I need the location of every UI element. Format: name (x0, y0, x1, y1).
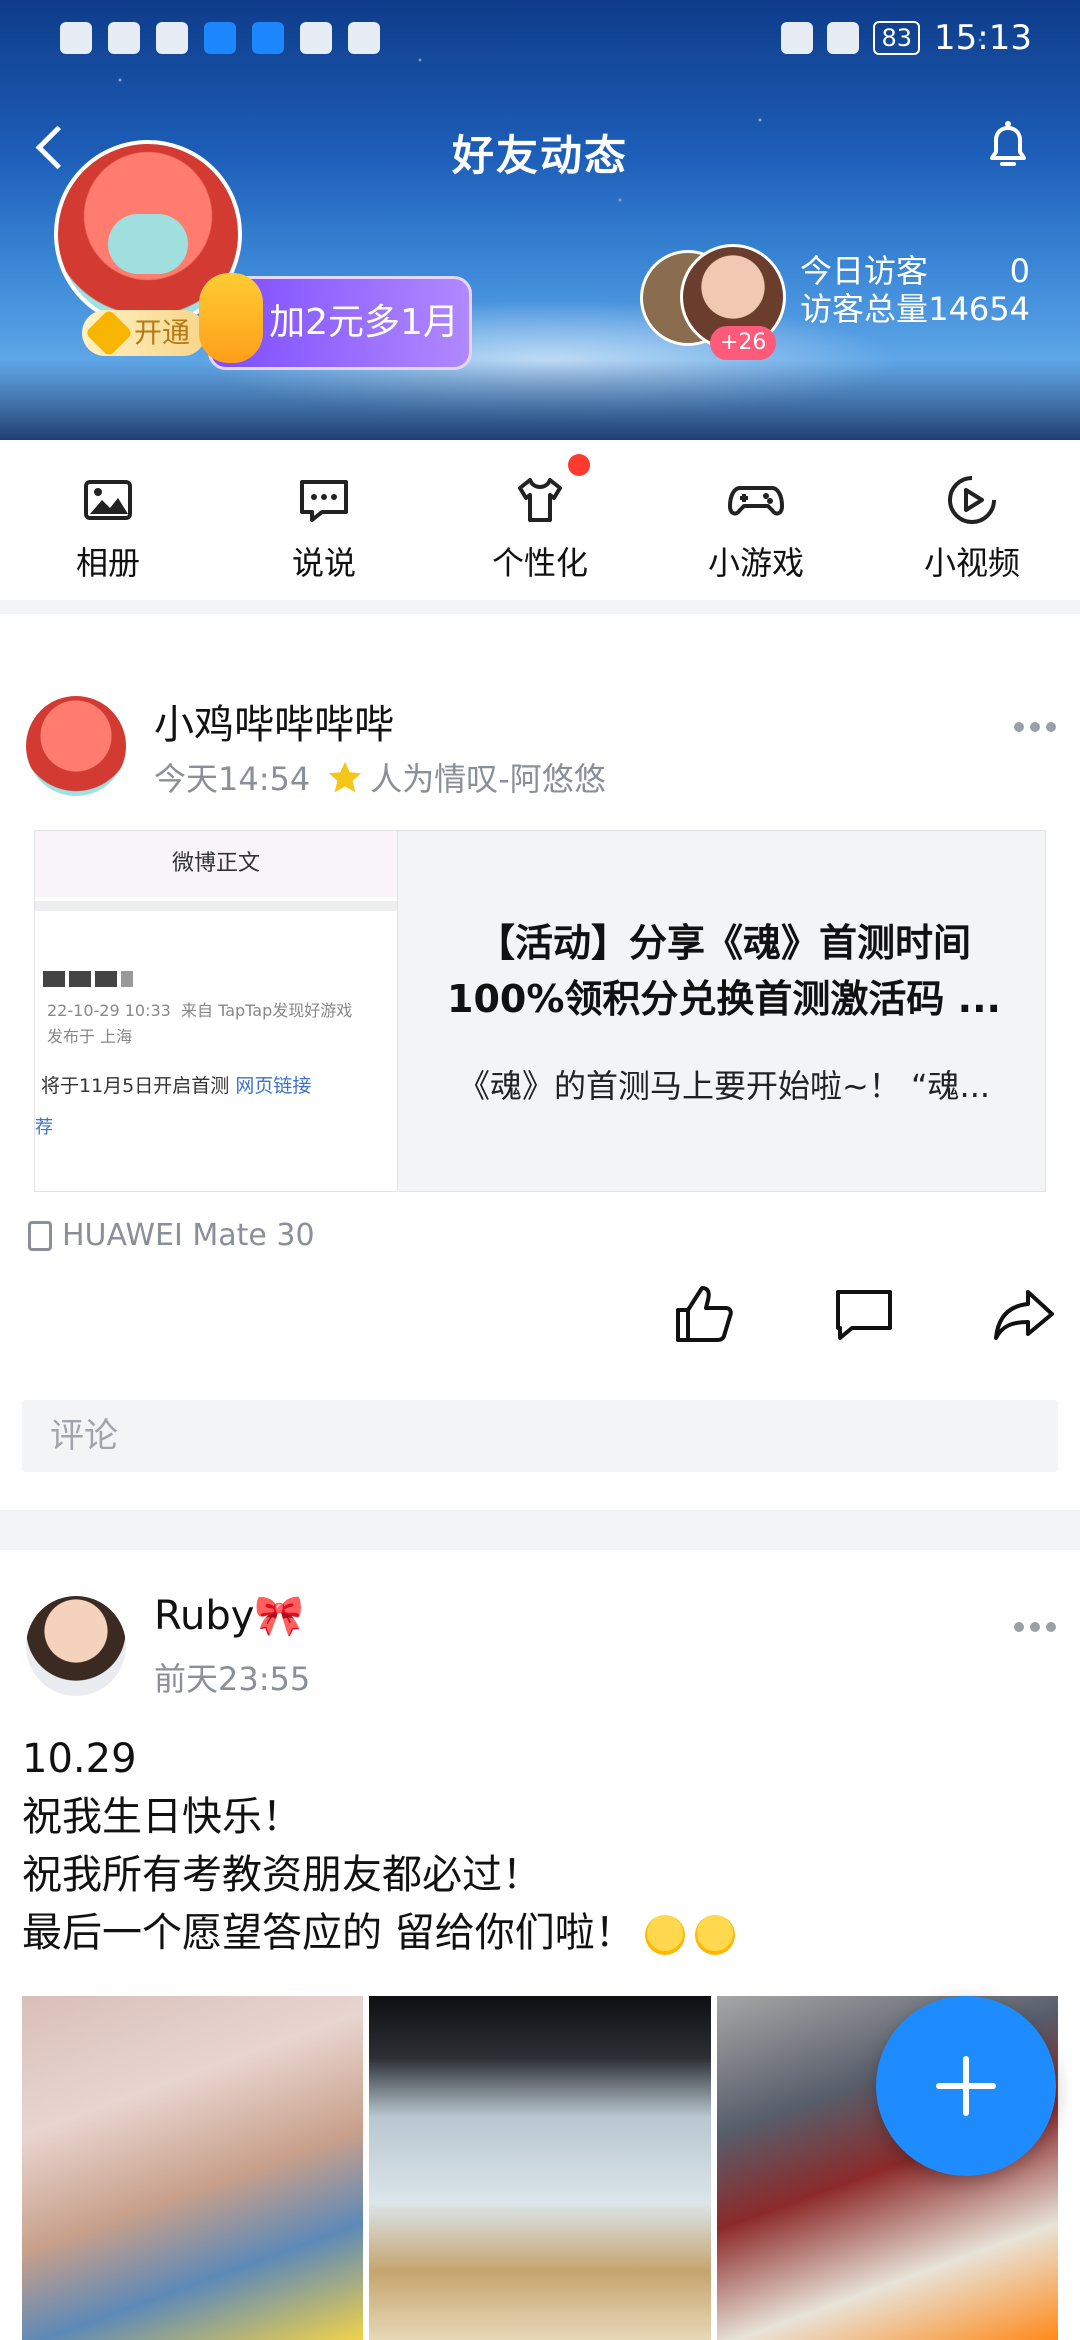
total-visitors-label: 访客总量 (800, 290, 929, 328)
vip-promo-banner[interactable]: 加2元多1月 (199, 273, 472, 370)
post-text-line-with-emoji: 最后一个愿望答应的 留给你们啦！ (22, 1904, 735, 1962)
music-title: 人为情叹-阿悠悠 (370, 760, 606, 798)
device-name: HUAWEI Mate 30 (62, 1218, 315, 1253)
post-meta: 前天23:55 (154, 1654, 310, 1700)
shared-description: 《魂》的首测马上要开始啦~！ “魂... (457, 1067, 991, 1105)
header-hills (0, 360, 1080, 440)
wifi-icon (156, 22, 188, 54)
post-avatar[interactable] (26, 1596, 126, 1696)
visitor-avatars[interactable]: +26 (640, 244, 790, 360)
thumb-location: 发布于 上海 (47, 1027, 133, 1046)
total-visitors-value: 14654 (928, 290, 1030, 328)
status-bar: 83 15:13 (0, 18, 1080, 62)
bulb-icon (252, 22, 284, 54)
shared-thumbnail: 微博正文 22-10-29 10:33 来自 TapTap发现好游戏 发布于 上… (35, 831, 398, 1191)
signal-5g-icon (108, 22, 140, 54)
wechat-icon (300, 22, 332, 54)
hug-emoji-icon (644, 1915, 685, 1955)
hd-icon (60, 22, 92, 54)
promo-text: 加2元多1月 (269, 302, 459, 343)
more-options-icon[interactable] (1014, 722, 1060, 734)
status-right: 83 15:13 (781, 18, 1032, 58)
diamond-icon (84, 308, 134, 358)
profile-header: 83 15:13 好友动态 开通 加2元多1月 +26 今日访客 0 访客总量 … (0, 0, 1080, 440)
nav-album-label: 相册 (75, 544, 140, 582)
more-options-icon[interactable] (1014, 1622, 1060, 1634)
nav-minigame-label: 小游戏 (707, 544, 804, 582)
shared-link-card[interactable]: 微博正文 22-10-29 10:33 来自 TapTap发现好游戏 发布于 上… (34, 830, 1046, 1192)
tshirt-icon (512, 472, 568, 528)
today-visitors-row: 今日访客 0 (800, 252, 1030, 290)
nav-minigame[interactable]: 小游戏 (648, 440, 864, 600)
new-dot (568, 454, 590, 476)
quick-nav: 相册 说说 个性化 小游戏 小视频 (0, 440, 1080, 600)
thumb-divider (35, 901, 397, 911)
post-author[interactable]: Ruby🎀 (154, 1592, 304, 1639)
post-text-line: 10.29 (22, 1736, 137, 1782)
glove-icon (348, 22, 380, 54)
post-text-line: 祝我所有考教资朋友都必过！ (22, 1852, 542, 1898)
visitor-count-badge: +26 (710, 326, 777, 360)
nav-personalize-label: 个性化 (491, 544, 588, 582)
post-text: 10.29 祝我生日快乐！ 祝我所有考教资朋友都必过！ 最后一个愿望答应的 留给… (22, 1730, 735, 1962)
comment-icon (836, 1290, 892, 1340)
gamepad-icon (728, 472, 784, 528)
thumb-date: 22-10-29 10:33 来自 TapTap发现好游戏 (47, 1001, 353, 1020)
vip-open-badge[interactable]: 开通 (82, 308, 207, 358)
thumb-rec: 荐 (35, 1117, 53, 1138)
today-visitors-value: 0 (1009, 252, 1030, 290)
post-photo[interactable] (369, 1996, 711, 2340)
status-time: 15:13 (934, 18, 1032, 58)
hug-emoji-icon (694, 1915, 735, 1955)
eye-icon (781, 22, 814, 54)
music-info[interactable]: 人为情叹-阿悠悠 (326, 754, 606, 800)
nfc-icon (827, 22, 860, 54)
bell-icon[interactable] (976, 114, 1040, 178)
post-text-line: 祝我生日快乐！ (22, 1794, 302, 1840)
add-post-button[interactable] (876, 1996, 1056, 2176)
mascot-icon (199, 273, 263, 363)
like-button[interactable] (672, 1282, 736, 1350)
post-avatar[interactable] (26, 696, 126, 796)
vip-open-label: 开通 (134, 316, 191, 349)
visitor-stats[interactable]: 今日访客 0 访客总量 14654 (800, 252, 1030, 328)
chat-icon (296, 472, 352, 528)
post-time: 今天14:54 (154, 760, 311, 798)
comment-button[interactable] (832, 1282, 896, 1350)
feed-post: Ruby🎀 前天23:55 10.29 祝我生日快乐！ 祝我所有考教资朋友都必过… (0, 1550, 1080, 2340)
post-author[interactable]: 小鸡哔哔哔哔 (154, 692, 394, 750)
share-icon (994, 1290, 1054, 1340)
thumbs-up-icon (676, 1286, 733, 1342)
device-info: HUAWEI Mate 30 (28, 1218, 315, 1253)
post-actions (672, 1282, 1056, 1350)
thumb-header: 微博正文 (35, 831, 397, 897)
thumb-redacted (43, 971, 133, 987)
nav-shuoshuo[interactable]: 说说 (216, 440, 432, 600)
total-visitors-row: 访客总量 14654 (800, 290, 1030, 328)
thumb-kicker: 将于11月5日开启首测 网页链接 (41, 1075, 312, 1097)
post-photo[interactable] (22, 1996, 364, 2340)
today-visitors-label: 今日访客 (800, 252, 929, 290)
shared-title: 【活动】分享《魂》首测时间 100%领积分兑换首测激活码 ... (419, 915, 1029, 1027)
status-left-icons (60, 22, 380, 54)
shared-title-line1: 【活动】分享《魂》首测时间 (476, 921, 971, 965)
play-icon (944, 472, 1000, 528)
nav-album[interactable]: 相册 (0, 440, 216, 600)
battery-indicator: 83 (873, 21, 921, 55)
nav-shuoshuo-label: 说说 (291, 544, 356, 582)
shield-icon (204, 22, 236, 54)
phone-icon (28, 1220, 52, 1251)
comment-input[interactable]: 评论 (22, 1400, 1058, 1472)
post-meta: 今天14:54 人为情叹-阿悠悠 (154, 754, 606, 800)
music-star-icon (329, 761, 362, 793)
post-time: 前天23:55 (154, 1660, 311, 1698)
shared-title-line2: 100%领积分兑换首测激活码 ... (447, 977, 1001, 1021)
avatar-face (108, 214, 188, 274)
photo-icon (80, 472, 136, 528)
nav-shortvideo-label: 小视频 (923, 544, 1020, 582)
share-button[interactable] (992, 1282, 1056, 1350)
nav-shortvideo[interactable]: 小视频 (864, 440, 1080, 600)
feed-post: 小鸡哔哔哔哔 今天14:54 人为情叹-阿悠悠 微博正文 22-10-29 10… (0, 614, 1080, 1510)
nav-personalize[interactable]: 个性化 (432, 440, 648, 600)
